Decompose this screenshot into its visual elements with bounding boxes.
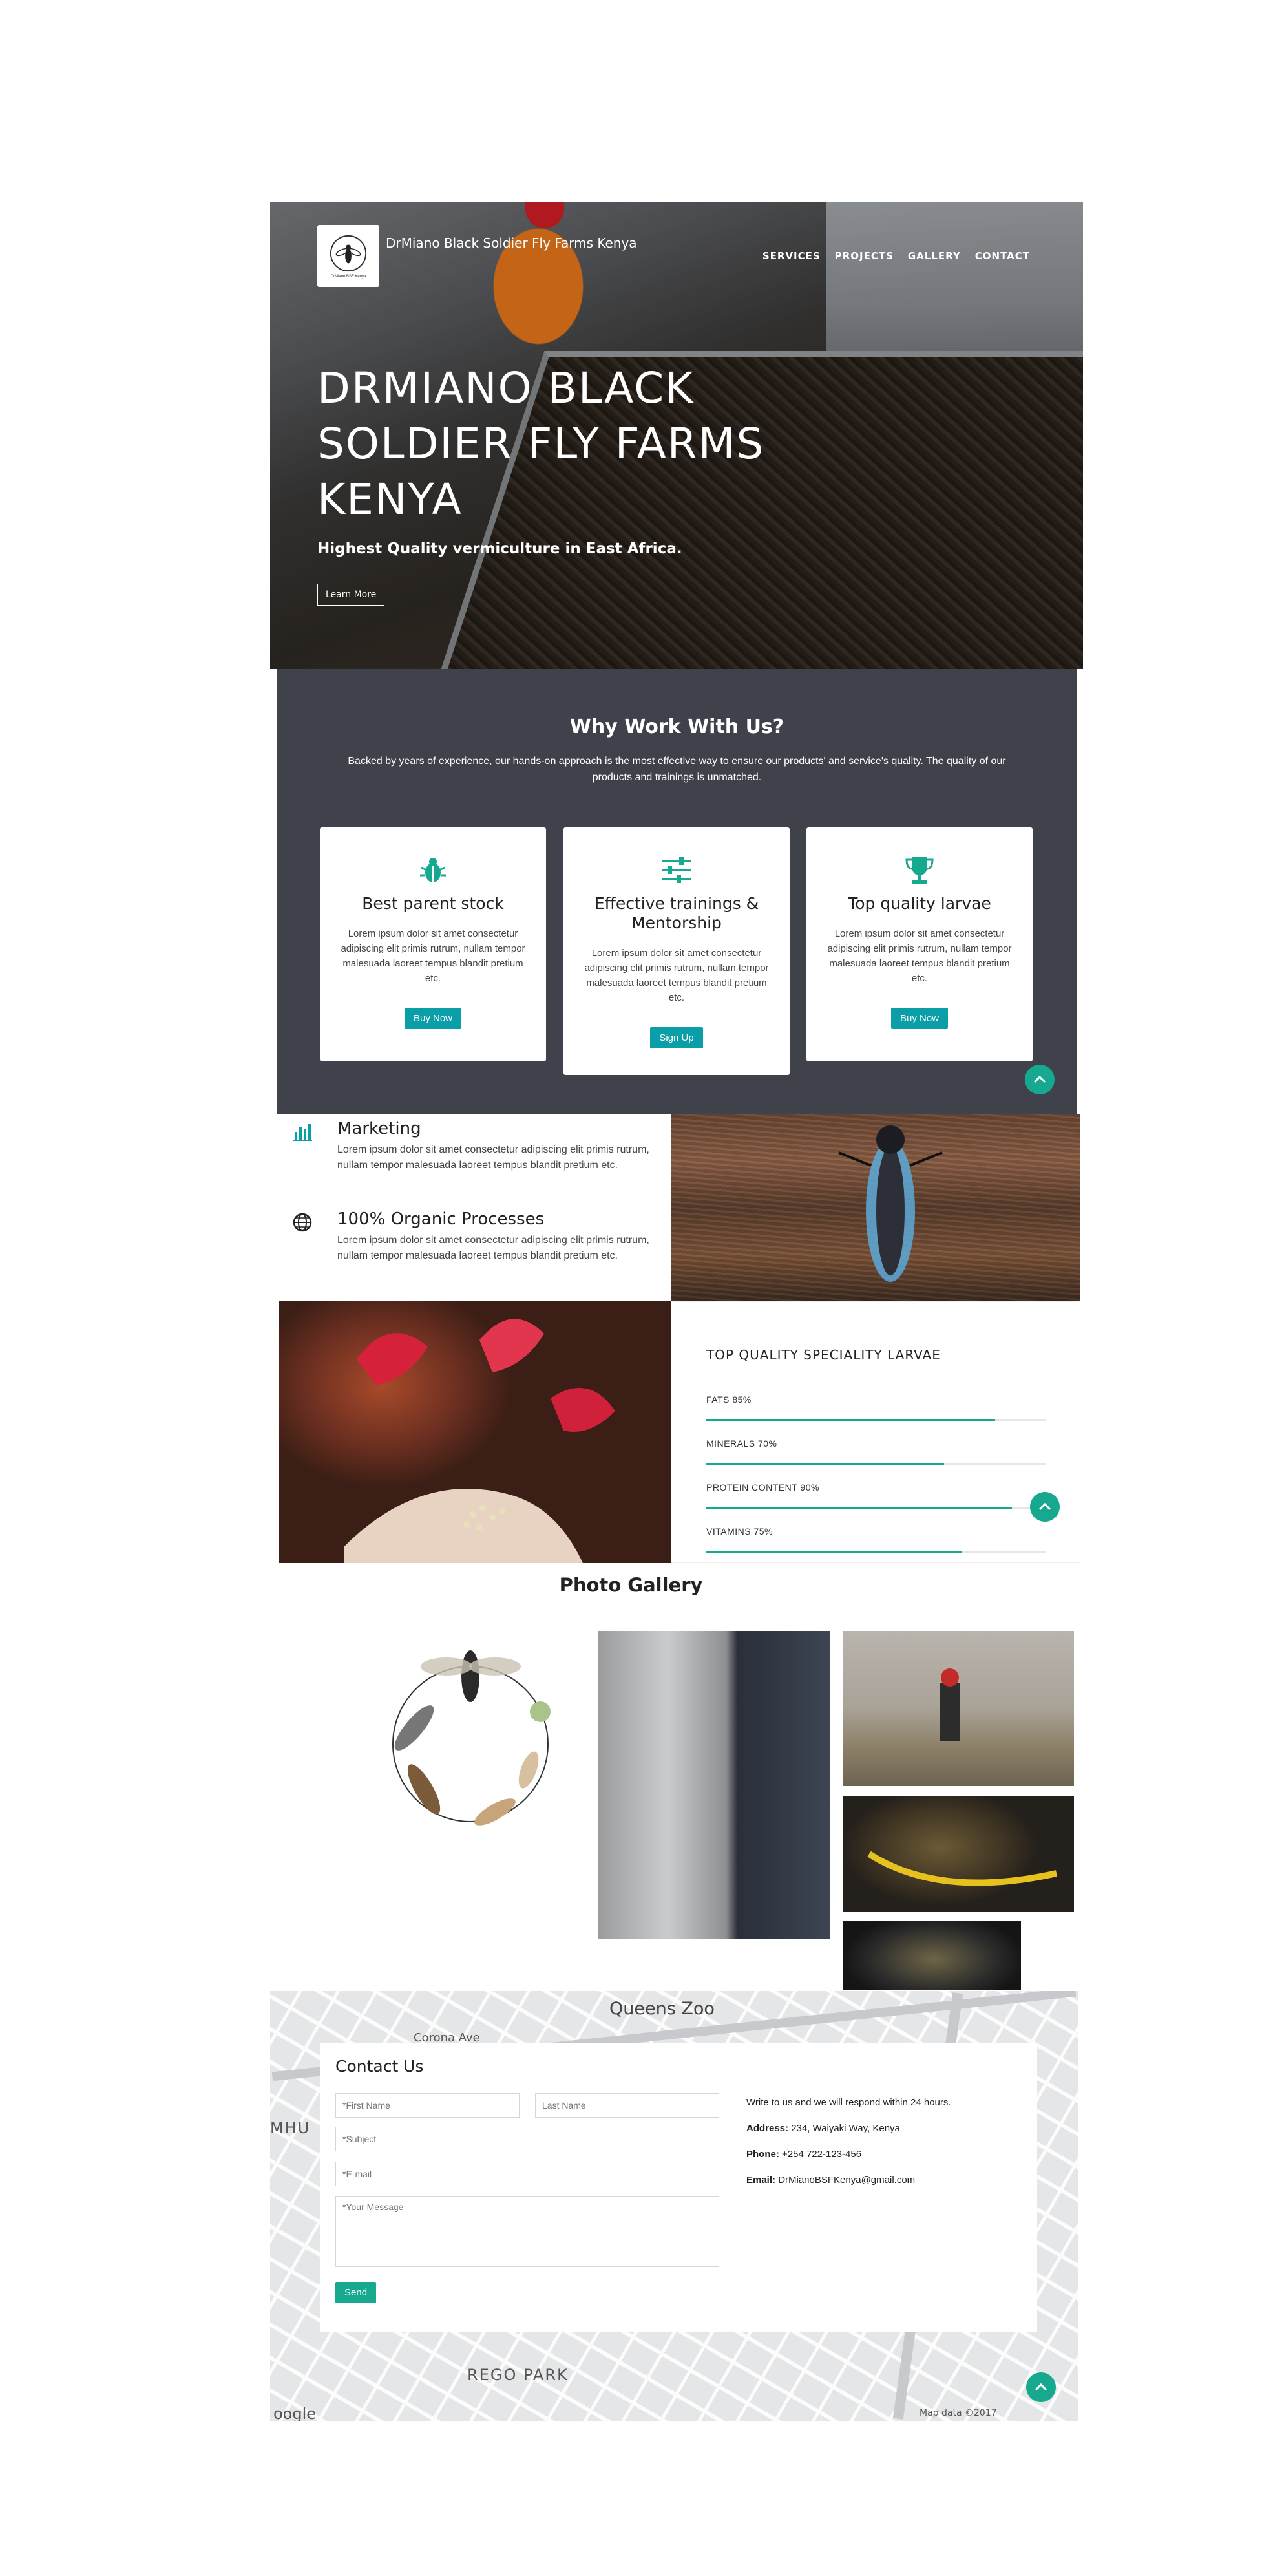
nav-services[interactable]: SERVICES — [762, 250, 821, 262]
email-field[interactable] — [335, 2162, 719, 2186]
why-title: Why Work With Us? — [569, 716, 784, 738]
chevron-up-icon — [1033, 1075, 1046, 1083]
progress-minerals: MINERALS 70% — [706, 1438, 1046, 1465]
card-title: Top quality larvae — [848, 894, 991, 913]
learn-more-button[interactable]: Learn More — [317, 584, 385, 606]
fly-logo-icon — [330, 235, 367, 272]
chevron-up-icon — [1035, 2383, 1047, 2391]
black-soldier-fly-image — [838, 1125, 943, 1282]
logo-caption: DrMiano BSF Kenya — [330, 275, 366, 279]
card-title: Effective trainings & Mentorship — [594, 894, 759, 932]
first-name-field[interactable] — [335, 2093, 520, 2118]
gallery-drying-rack-image[interactable] — [598, 1631, 830, 1939]
features-list: Marketing Lorem ipsum dolor sit amet con… — [279, 1114, 671, 1301]
feature-title: 100% Organic Processes — [337, 1209, 545, 1229]
feature-text: Lorem ipsum dolor sit amet consectetur a… — [337, 1235, 649, 1261]
card-trainings: Effective trainings & Mentorship Lorem i… — [563, 827, 790, 1075]
scroll-to-top-button[interactable] — [1030, 1492, 1060, 1522]
hero-subtitle: Highest Quality vermiculture in East Afr… — [317, 540, 682, 557]
progress-fill — [706, 1507, 1013, 1509]
card-parent-stock: Best parent stock Lorem ipsum dolor sit … — [320, 827, 546, 1061]
feature-organic: 100% Organic Processes Lorem ipsum dolor… — [292, 1209, 654, 1264]
progress-fill — [706, 1551, 962, 1553]
gallery-larvae-scoop-image[interactable] — [843, 1796, 1074, 1912]
progress-label: VITAMINS 75% — [706, 1526, 773, 1537]
gallery-field-swarm-image[interactable] — [843, 1631, 1074, 1786]
gallery-lifecycle-image[interactable] — [359, 1631, 582, 1854]
progress-vitamins: VITAMINS 75% — [706, 1526, 1046, 1553]
phone-value[interactable]: +254 722-123-456 — [782, 2149, 861, 2160]
gallery-hands-larvae-image[interactable] — [843, 1921, 1021, 1990]
larvae-quality-panel: TOP QUALITY SPECIALITY LARVAE FATS 85% M… — [671, 1301, 1080, 1563]
brand[interactable]: DrMiano BSF Kenya DrMiano Black Soldier … — [317, 225, 637, 287]
feature-title: Marketing — [337, 1119, 421, 1138]
scroll-to-top-button[interactable] — [1025, 1065, 1055, 1094]
brand-logo[interactable]: DrMiano BSF Kenya — [317, 225, 379, 287]
phone-label: Phone: — [746, 2149, 779, 2160]
globe-icon — [293, 1213, 312, 1232]
message-field[interactable] — [335, 2196, 719, 2267]
send-button[interactable]: Send — [335, 2282, 377, 2303]
contact-card: Contact Us Send Write to us and we will … — [320, 2043, 1037, 2332]
contact-phone: Phone: +254 722-123-456 — [746, 2149, 861, 2160]
fly-photo — [671, 1114, 1080, 1301]
progress-label: PROTEIN CONTENT 90% — [706, 1482, 819, 1493]
bsf-lifecycle-diagram — [392, 1650, 551, 1826]
email-label: Email: — [746, 2175, 776, 2186]
sliders-icon — [662, 857, 691, 883]
trophy-icon — [905, 857, 934, 884]
map-google-mark: oogle — [273, 2405, 317, 2421]
hero-section: DrMiano BSF Kenya DrMiano Black Soldier … — [270, 202, 1083, 669]
gallery-title: Photo Gallery — [559, 1574, 703, 1596]
bar-chart-icon — [293, 1124, 312, 1141]
contact-address: Address: 234, Waiyaki Way, Kenya — [746, 2123, 900, 2134]
nav-contact[interactable]: CONTACT — [975, 250, 1030, 262]
map-label-queens-zoo: Queens Zoo — [609, 1999, 715, 2019]
buy-now-button[interactable]: Buy Now — [890, 1008, 949, 1029]
brand-name[interactable]: DrMiano Black Soldier Fly Farms Kenya — [386, 235, 637, 251]
hero-title: DRMIANO BLACK SOLDIER FLY FARMS KENYA — [317, 363, 765, 524]
progress-fill — [706, 1419, 996, 1421]
card-text: Lorem ipsum dolor sit amet consectetur a… — [584, 948, 769, 1003]
last-name-field[interactable] — [535, 2093, 719, 2118]
why-section: Why Work With Us? Backed by years of exp… — [277, 669, 1077, 1114]
nav-gallery[interactable]: GALLERY — [908, 250, 961, 262]
progress-protein: PROTEIN CONTENT 90% — [706, 1482, 1046, 1509]
map-attribution: Map data ©2017 — [920, 2408, 997, 2418]
progress-fill — [706, 1463, 945, 1465]
chevron-up-icon — [1038, 1502, 1051, 1511]
sign-up-button[interactable]: Sign Up — [650, 1027, 703, 1048]
progress-label: MINERALS 70% — [706, 1438, 777, 1449]
bug-icon — [420, 858, 446, 882]
why-lead: Backed by years of experience, our hands… — [348, 756, 1006, 783]
card-text: Lorem ipsum dolor sit amet consectetur a… — [341, 928, 525, 984]
feature-marketing: Marketing Lorem ipsum dolor sit amet con… — [292, 1119, 654, 1173]
address-label: Address: — [746, 2123, 789, 2134]
contact-intro: Write to us and we will respond within 2… — [746, 2097, 951, 2108]
map-label-mhu: MHU — [270, 2119, 311, 2137]
buy-now-button[interactable]: Buy Now — [404, 1008, 462, 1029]
progress-fats: FATS 85% — [706, 1394, 1046, 1421]
map-label-rego-park: REGO PARK — [467, 2366, 569, 2384]
subject-field[interactable] — [335, 2127, 719, 2151]
card-title: Best parent stock — [362, 894, 504, 913]
scroll-to-top-button[interactable] — [1026, 2372, 1056, 2402]
card-text: Lorem ipsum dolor sit amet consectetur a… — [827, 928, 1012, 984]
nav-projects[interactable]: PROJECTS — [835, 250, 894, 262]
feature-text: Lorem ipsum dolor sit amet consectetur a… — [337, 1144, 649, 1171]
card-larvae: Top quality larvae Lorem ipsum dolor sit… — [806, 827, 1033, 1061]
address-value: 234, Waiyaki Way, Kenya — [791, 2123, 900, 2134]
contact-title: Contact Us — [335, 2057, 424, 2076]
email-value[interactable]: DrMianoBSFKenya@gmail.com — [778, 2175, 915, 2186]
larvae-title: TOP QUALITY SPECIALITY LARVAE — [706, 1347, 941, 1363]
contact-email: Email: DrMianoBSFKenya@gmail.com — [746, 2175, 915, 2186]
main-nav: SERVICES PROJECTS GALLERY CONTACT — [762, 250, 1030, 262]
progress-label: FATS 85% — [706, 1394, 752, 1405]
chickens-eating-larvae-photo — [279, 1301, 671, 1563]
